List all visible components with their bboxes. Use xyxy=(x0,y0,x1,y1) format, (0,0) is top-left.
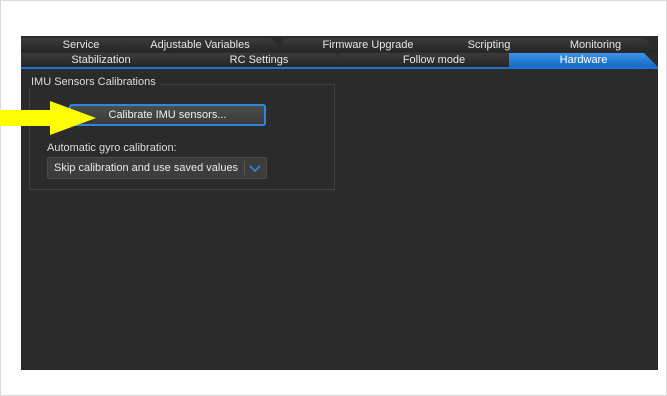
tab-stabilization[interactable]: Stabilization xyxy=(21,53,181,67)
groupbox-title: IMU Sensors Calibrations xyxy=(27,76,160,88)
tab-label: RC Settings xyxy=(229,54,289,66)
tab-follow-mode[interactable]: Follow mode xyxy=(339,53,529,67)
tab-label: Hardware xyxy=(559,54,608,66)
calibrate-imu-button[interactable]: Calibrate IMU sensors... xyxy=(69,104,266,126)
tab-adjustable-variables[interactable]: Adjustable Variables xyxy=(115,38,285,52)
tab-underline xyxy=(21,67,658,69)
tab-scripting[interactable]: Scripting xyxy=(429,38,549,52)
select-divider xyxy=(244,161,245,175)
tab-firmware-upgrade[interactable]: Firmware Upgrade xyxy=(283,38,453,52)
tab-label: Firmware Upgrade xyxy=(322,39,414,51)
tab-monitoring[interactable]: Monitoring xyxy=(533,38,658,52)
tab-strip: Service Adjustable Variables Firmware Up… xyxy=(21,36,658,69)
chevron-down-icon[interactable] xyxy=(248,161,262,175)
tab-label: Stabilization xyxy=(71,54,131,66)
tab-label: Scripting xyxy=(467,39,511,51)
app-window: Service Adjustable Variables Firmware Up… xyxy=(21,36,658,370)
auto-gyro-label: Automatic gyro calibration: xyxy=(47,142,177,154)
tab-label: Service xyxy=(62,39,100,51)
yellow-arrow-icon xyxy=(0,101,96,135)
tab-hardware[interactable]: Hardware xyxy=(509,53,658,67)
tab-label: Follow mode xyxy=(402,54,466,66)
select-value: Skip calibration and use saved values xyxy=(54,162,239,174)
auto-gyro-select[interactable]: Skip calibration and use saved values xyxy=(47,157,267,179)
tab-label: Adjustable Variables xyxy=(150,39,250,51)
tab-label: Monitoring xyxy=(569,39,622,51)
tab-rc-settings[interactable]: RC Settings xyxy=(169,53,349,67)
